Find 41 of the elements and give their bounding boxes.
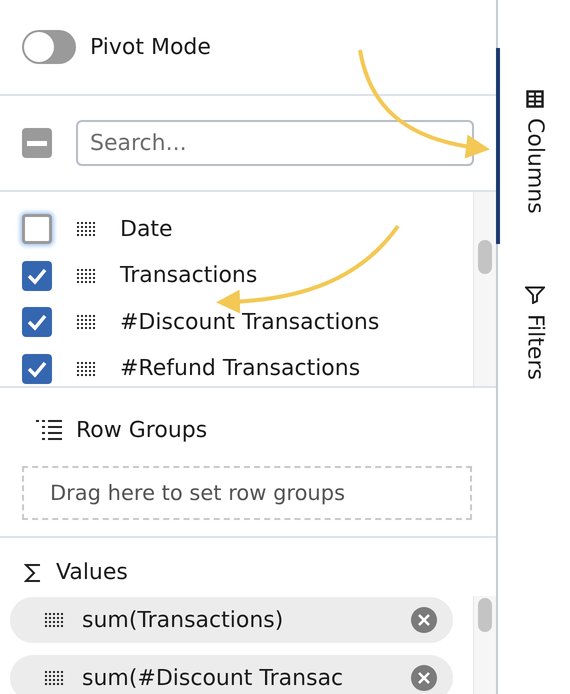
value-chip[interactable]: sum(Transactions) bbox=[10, 597, 453, 643]
column-label: #Refund Transactions bbox=[120, 356, 360, 382]
check-icon bbox=[26, 313, 48, 332]
search-field[interactable]: Search... bbox=[76, 120, 474, 166]
column-checkbox[interactable] bbox=[22, 307, 52, 338]
drag-handle-icon[interactable] bbox=[76, 314, 96, 330]
row-groups-icon bbox=[36, 419, 62, 441]
check-icon bbox=[26, 266, 48, 285]
value-label: sum(Transactions) bbox=[82, 608, 284, 632]
drag-handle-icon[interactable] bbox=[76, 268, 96, 284]
pivot-mode-toggle[interactable] bbox=[22, 30, 76, 64]
side-tab-label: Filters bbox=[522, 314, 548, 380]
scrollbar-thumb[interactable] bbox=[478, 598, 492, 632]
value-label: sum(#Discount Transac bbox=[82, 666, 344, 690]
column-checkbox[interactable] bbox=[22, 214, 52, 244]
column-label: Date bbox=[120, 216, 173, 242]
row-groups-title: Row Groups bbox=[76, 418, 208, 442]
row-groups-drop-zone[interactable]: Drag here to set row groups bbox=[22, 466, 472, 520]
drag-handle-icon[interactable] bbox=[76, 360, 96, 377]
column-label: Transactions bbox=[120, 263, 258, 288]
remove-icon[interactable] bbox=[411, 665, 437, 691]
drag-handle-icon[interactable] bbox=[44, 670, 64, 686]
select-all-checkbox[interactable] bbox=[22, 128, 52, 158]
sigma-icon bbox=[24, 562, 42, 582]
side-tab[interactable]: Columns bbox=[496, 48, 570, 244]
check-icon bbox=[26, 360, 48, 378]
value-chip[interactable]: sum(#Discount Transac bbox=[10, 655, 453, 694]
drag-handle-icon[interactable] bbox=[44, 612, 64, 628]
side-tab-label: Columns bbox=[522, 118, 548, 214]
drag-handle-icon[interactable] bbox=[76, 221, 96, 238]
scrollbar-thumb[interactable] bbox=[478, 240, 492, 274]
column-checkbox[interactable] bbox=[22, 354, 52, 384]
filter-icon bbox=[525, 286, 545, 304]
minus-icon bbox=[27, 140, 47, 146]
side-tab[interactable]: Filters bbox=[496, 244, 570, 410]
remove-icon[interactable] bbox=[411, 607, 437, 633]
values-title: Values bbox=[56, 560, 128, 585]
columns-icon bbox=[526, 90, 544, 108]
column-checkbox[interactable] bbox=[22, 260, 52, 291]
pivot-mode-label: Pivot Mode bbox=[90, 34, 211, 60]
column-label: #Discount Transactions bbox=[120, 310, 380, 335]
